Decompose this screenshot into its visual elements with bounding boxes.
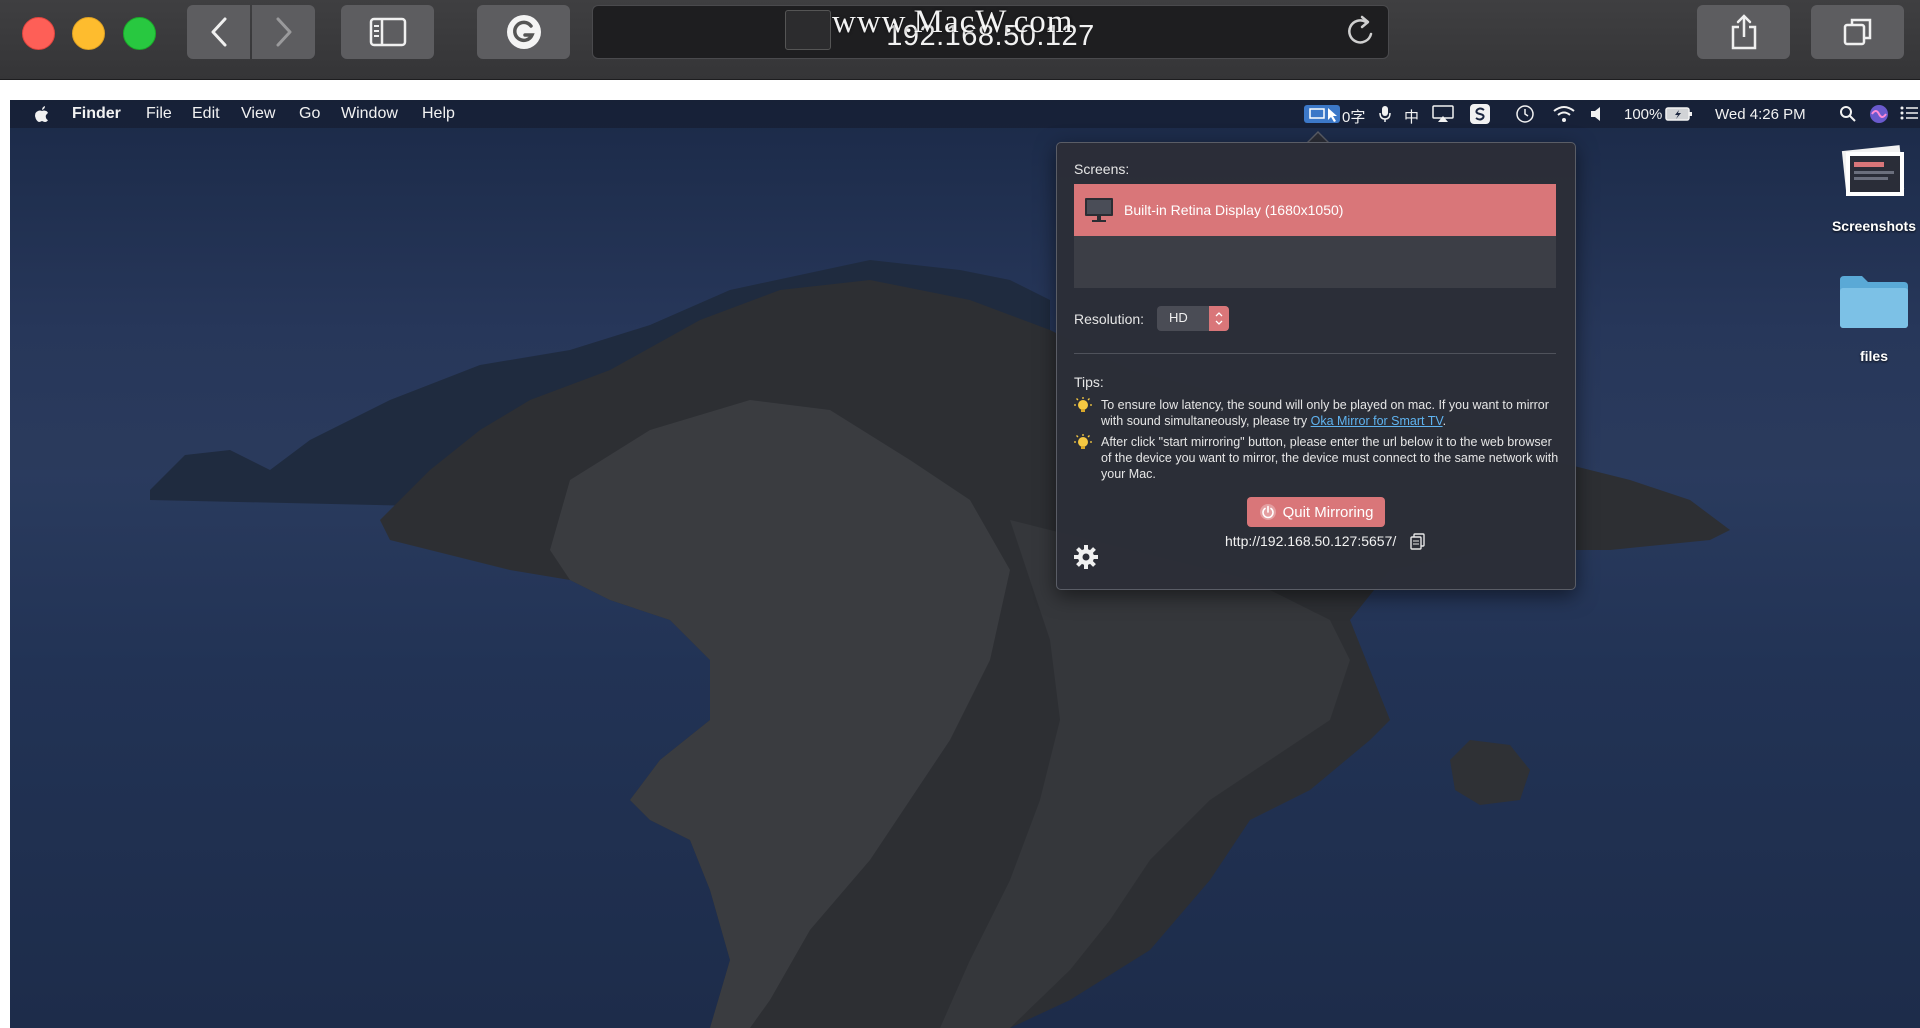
chevron-up-down-icon (1215, 312, 1223, 325)
siri-icon[interactable] (1869, 104, 1889, 124)
menu-help[interactable]: Help (422, 105, 455, 123)
menu-view[interactable]: View (241, 105, 275, 123)
wifi-icon[interactable] (1553, 105, 1575, 123)
back-button[interactable] (187, 5, 250, 59)
quit-mirroring-button[interactable]: Quit Mirroring (1247, 497, 1385, 527)
apple-icon[interactable] (34, 105, 50, 123)
grammarly-extension-button[interactable] (477, 5, 570, 59)
microphone-icon[interactable] (1378, 105, 1392, 123)
sidebar-icon (369, 17, 406, 47)
grammarly-icon (506, 15, 541, 49)
screen-option-label: Built-in Retina Display (1680x1050) (1124, 202, 1344, 218)
tip-url: After click "start mirroring" button, pl… (1074, 434, 1564, 484)
mirroring-popover: Screens: Built-in Retina Display (1680x1… (1056, 142, 1576, 590)
menu-app-finder[interactable]: Finder (72, 105, 121, 123)
forward-button[interactable] (252, 5, 315, 59)
tip-sound: To ensure low latency, the sound will on… (1074, 397, 1564, 431)
watermark-logo-icon (785, 10, 831, 50)
spotlight-search-icon[interactable] (1839, 105, 1857, 123)
share-icon (1731, 14, 1756, 50)
chevron-left-icon (211, 17, 226, 47)
tab-overview-button[interactable] (1811, 5, 1904, 59)
chinese-input-indicator[interactable]: 中 (1404, 106, 1419, 127)
lightbulb-icon (1074, 434, 1092, 449)
battery-percentage[interactable]: 100% (1624, 106, 1662, 123)
tip-url-text: After click "start mirroring" button, pl… (1101, 435, 1559, 481)
browser-toolbar: 192.168.50.127 www.MacW.com (0, 0, 1920, 80)
desktop-icon-label: Screenshots (1831, 218, 1917, 234)
screens-heading: Screens: (1074, 161, 1130, 177)
sogou-input-icon[interactable] (1470, 104, 1490, 124)
desktop-wallpaper: Screenshots files (10, 100, 1920, 1028)
notification-center-icon[interactable] (1900, 105, 1918, 121)
resolution-label: Resolution: (1074, 311, 1145, 327)
screenshots-folder-icon[interactable] (1838, 142, 1908, 204)
tip-sound-text: To ensure low latency, the sound will on… (1101, 397, 1564, 429)
quit-mirroring-label: Quit Mirroring (1282, 503, 1374, 521)
desktop-icon-label: files (1859, 348, 1888, 364)
oka-mirror-link[interactable]: Oka Mirror for Smart TV (1311, 414, 1443, 428)
menu-window[interactable]: Window (341, 105, 398, 123)
airplay-icon[interactable] (1432, 105, 1454, 123)
watermark-text: www.MacW.com (832, 4, 1074, 40)
mac-menubar: Finder File Edit View Go Window Help 0字 … (10, 100, 1920, 128)
copy-icon[interactable] (1410, 533, 1426, 551)
screens-list: Built-in Retina Display (1680x1050) (1074, 184, 1556, 288)
section-divider (1074, 353, 1556, 354)
lightbulb-icon (1074, 397, 1092, 412)
tips-heading: Tips: (1074, 374, 1104, 390)
menubar-clock[interactable]: Wed 4:26 PM (1715, 106, 1806, 123)
mirror-url-text: http://192.168.50.127:5657/ (1225, 533, 1397, 549)
tabs-icon (1843, 18, 1871, 46)
screen-option-built-in-display[interactable]: Built-in Retina Display (1680x1050) (1074, 184, 1556, 236)
power-icon (1259, 504, 1276, 520)
folder-icon[interactable] (1838, 272, 1910, 330)
reload-icon[interactable] (1345, 14, 1377, 48)
resolution-stepper[interactable] (1209, 306, 1229, 331)
gear-icon[interactable] (1073, 544, 1099, 570)
mirror-app-status-icon[interactable] (1304, 104, 1340, 124)
close-window-button[interactable] (22, 17, 55, 50)
monitor-icon (1085, 198, 1113, 222)
input-method-indicator[interactable]: 0字 (1342, 106, 1365, 127)
zoom-window-button[interactable] (123, 17, 156, 50)
time-machine-icon[interactable] (1515, 104, 1535, 124)
volume-icon[interactable] (1590, 106, 1604, 122)
chevron-right-icon (276, 17, 291, 47)
menu-file[interactable]: File (146, 105, 172, 123)
menu-edit[interactable]: Edit (192, 105, 220, 123)
resolution-value: HD (1169, 310, 1188, 325)
resolution-select[interactable]: HD (1157, 306, 1229, 331)
tip-sound-end: . (1442, 414, 1447, 428)
wallpaper-island (150, 260, 1730, 1028)
sidebar-button[interactable] (341, 5, 434, 59)
minimize-window-button[interactable] (72, 17, 105, 50)
menu-go[interactable]: Go (299, 105, 320, 123)
share-button[interactable] (1697, 5, 1790, 59)
battery-charging-icon[interactable] (1665, 106, 1693, 122)
